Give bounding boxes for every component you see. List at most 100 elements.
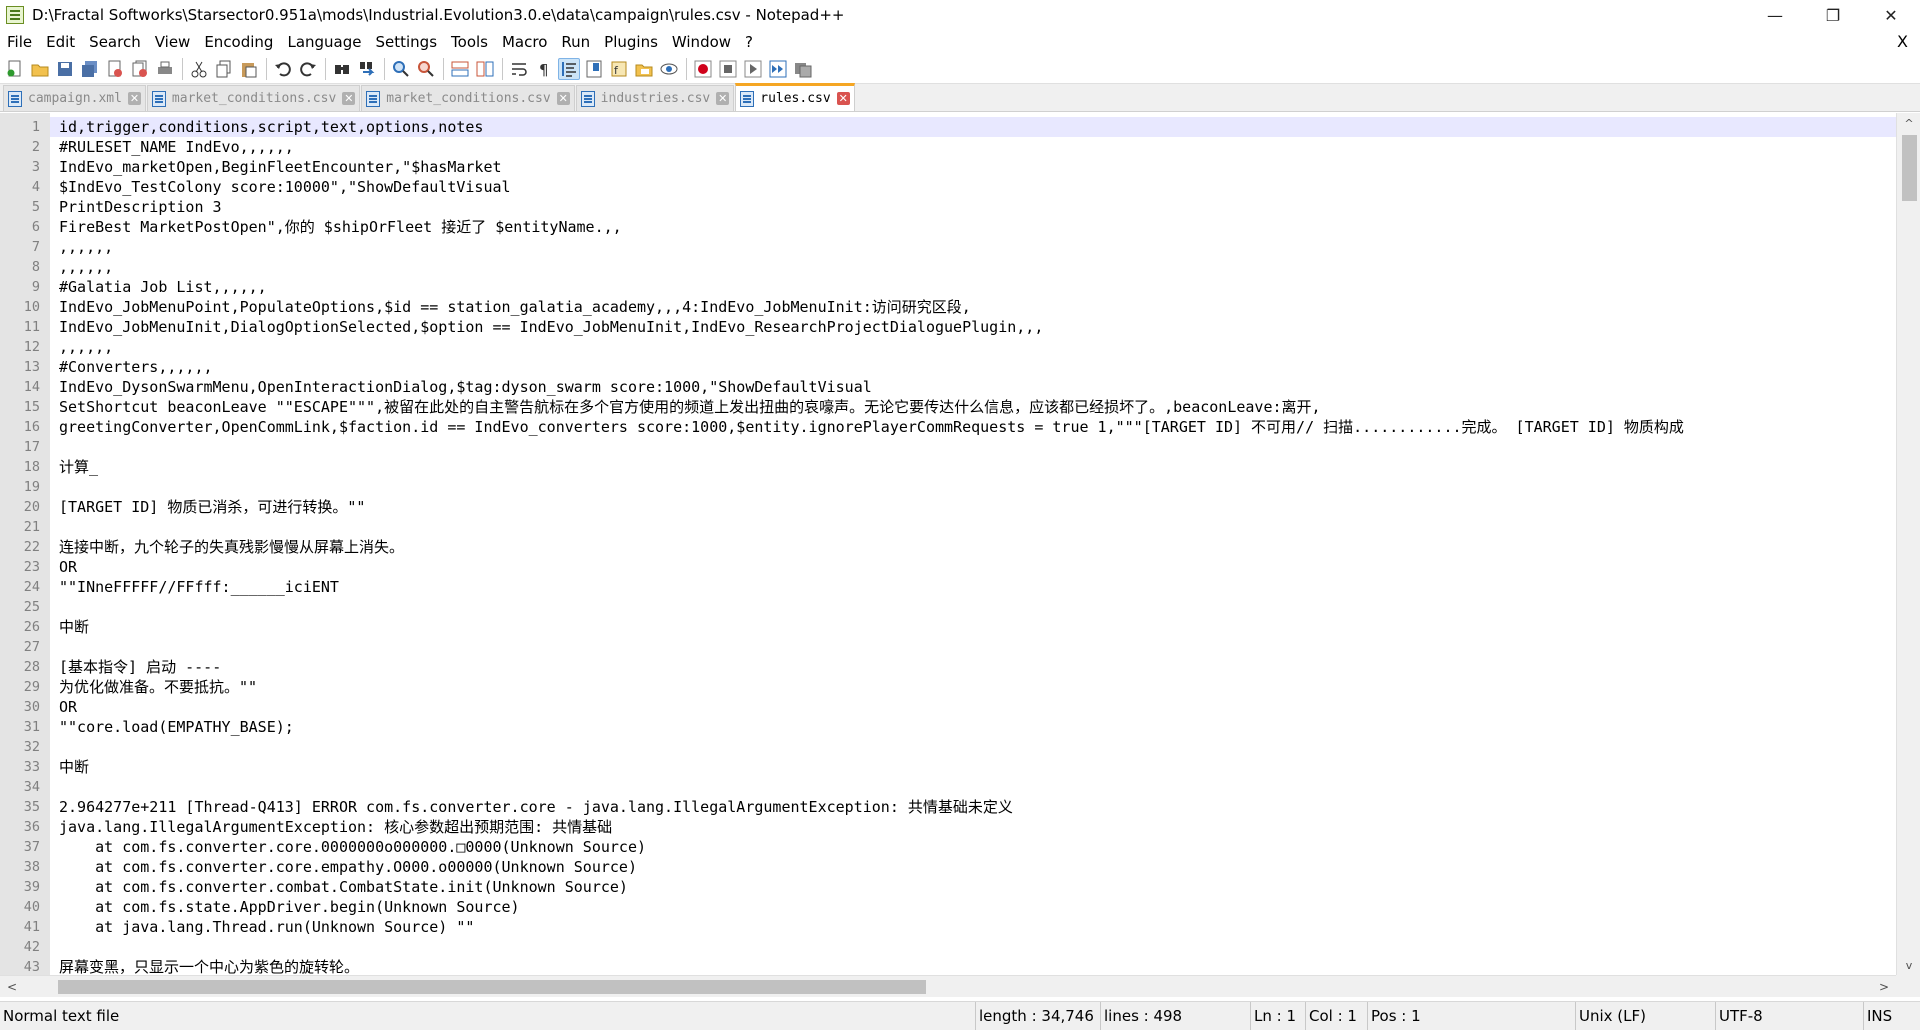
status-eol[interactable]: Unix (LF) (1575, 1002, 1715, 1030)
stop-macro-icon[interactable] (717, 58, 739, 80)
open-file-icon[interactable] (29, 58, 51, 80)
close-all-icon[interactable] (129, 58, 151, 80)
code-line[interactable]: at java.lang.Thread.run(Unknown Source) … (59, 917, 474, 937)
menu-view[interactable]: View (148, 33, 198, 51)
code-line[interactable]: greetingConverter,OpenCommLink,$faction.… (59, 417, 1684, 437)
code-line[interactable]: [TARGET ID] 物质已消杀，可进行转换。"" (59, 497, 365, 517)
code-line[interactable]: at com.fs.converter.combat.CombatState.i… (59, 877, 628, 897)
menu-macro[interactable]: Macro (495, 33, 554, 51)
menu-language[interactable]: Language (280, 33, 368, 51)
code-line[interactable]: java.lang.IllegalArgumentException: 核心参数… (59, 817, 612, 837)
close-window-button[interactable]: ✕ (1862, 0, 1920, 30)
new-file-icon[interactable] (4, 58, 26, 80)
menu-settings[interactable]: Settings (369, 33, 445, 51)
code-line[interactable]: PrintDescription 3 (59, 197, 222, 217)
tab-industries-csv[interactable]: industries.csv ✕ (575, 85, 735, 111)
tab-close-icon[interactable]: ✕ (836, 92, 850, 105)
text-editor[interactable]: 1 2 3 4 5 6 7 8 9 10 11 12 13 14 15 16 17 18 19 20 21 22 23 24 2… (0, 113, 1900, 975)
folder-as-workspace-icon[interactable] (633, 58, 655, 80)
menu-help[interactable]: ? (738, 33, 760, 51)
menu-tools[interactable]: Tools (444, 33, 495, 51)
scroll-down-icon[interactable]: v (1897, 955, 1920, 975)
print-icon[interactable] (154, 58, 176, 80)
redo-icon[interactable] (297, 58, 319, 80)
save-macro-icon[interactable] (792, 58, 814, 80)
code-line[interactable]: OR (59, 697, 77, 717)
save-all-icon[interactable] (79, 58, 101, 80)
maximize-button[interactable]: ❐ (1804, 0, 1862, 30)
code-line[interactable]: ""core.load(EMPATHY_BASE); (59, 717, 294, 737)
code-line[interactable]: $IndEvo_TestColony score:10000","ShowDef… (59, 177, 511, 197)
run-macro-multiple-icon[interactable] (767, 58, 789, 80)
cut-icon[interactable] (188, 58, 210, 80)
tab-close-icon[interactable]: ✕ (127, 92, 141, 105)
tab-rules-csv[interactable]: rules.csv ✕ (735, 83, 855, 111)
replace-icon[interactable] (356, 58, 378, 80)
undo-icon[interactable] (272, 58, 294, 80)
code-line[interactable]: IndEvo_JobMenuPoint,PopulateOptions,$id … (59, 297, 971, 317)
code-line[interactable]: SetShortcut beaconLeave ""ESCAPE""",被留在此… (59, 397, 1321, 417)
code-line[interactable]: FireBest MarketPostOpen",你的 $shipOrFleet… (59, 217, 622, 237)
word-wrap-icon[interactable] (508, 58, 530, 80)
code-line[interactable]: IndEvo_marketOpen,BeginFleetEncounter,"$… (59, 157, 502, 177)
tab-close-icon[interactable]: ✕ (716, 92, 730, 105)
code-line[interactable]: 中断 (59, 617, 89, 637)
close-document-button[interactable]: X (1897, 32, 1908, 51)
vertical-scroll-thumb[interactable] (1902, 135, 1917, 201)
code-line[interactable]: 屏幕变黑，只显示一个中心为紫色的旋转轮。 (59, 957, 359, 975)
sync-horizontal-icon[interactable] (474, 58, 496, 80)
play-macro-icon[interactable] (742, 58, 764, 80)
show-all-chars-icon[interactable]: ¶ (533, 58, 555, 80)
code-line[interactable]: ,,,,,, (59, 337, 113, 357)
code-line[interactable]: OR (59, 557, 77, 577)
scroll-left-icon[interactable]: < (2, 976, 22, 998)
scroll-right-icon[interactable]: > (1874, 976, 1894, 998)
vertical-scrollbar[interactable]: ^ v (1896, 113, 1920, 975)
menu-plugins[interactable]: Plugins (597, 33, 665, 51)
menu-search[interactable]: Search (82, 33, 148, 51)
code-line[interactable]: 中断 (59, 757, 89, 777)
tab-market-conditions-csv-2[interactable]: market_conditions.csv ✕ (361, 85, 575, 111)
zoom-in-icon[interactable] (390, 58, 412, 80)
close-icon[interactable] (104, 58, 126, 80)
code-line[interactable]: 连接中断，九个轮子的失真残影慢慢从屏幕上消失。 (59, 537, 404, 557)
horizontal-scroll-thumb[interactable] (58, 980, 926, 994)
code-line[interactable]: at com.fs.state.AppDriver.begin(Unknown … (59, 897, 519, 917)
function-list-icon[interactable]: f (608, 58, 630, 80)
status-encoding[interactable]: UTF-8 (1715, 1002, 1863, 1030)
monitoring-icon[interactable] (658, 58, 680, 80)
code-line[interactable]: id,trigger,conditions,script,text,option… (59, 117, 483, 137)
menu-edit[interactable]: Edit (39, 33, 82, 51)
indent-guide-icon[interactable] (558, 57, 580, 80)
code-line[interactable]: ,,,,,, (59, 237, 113, 257)
find-icon[interactable] (331, 58, 353, 80)
code-line[interactable]: [基本指令] 启动 ---- (59, 657, 221, 677)
code-line[interactable]: #Converters,,,,,, (59, 357, 213, 377)
code-area[interactable]: id,trigger,conditions,script,text,option… (59, 113, 1900, 975)
paste-icon[interactable] (238, 58, 260, 80)
code-line[interactable]: ,,,,,, (59, 257, 113, 277)
menu-window[interactable]: Window (665, 33, 738, 51)
code-line[interactable]: IndEvo_JobMenuInit,DialogOptionSelected,… (59, 317, 1043, 337)
code-line[interactable]: #Galatia Job List,,,,,, (59, 277, 267, 297)
code-line[interactable]: 2.964277e+211 [Thread-Q413] ERROR com.fs… (59, 797, 1013, 817)
document-map-icon[interactable] (583, 58, 605, 80)
menu-run[interactable]: Run (554, 33, 597, 51)
record-macro-icon[interactable] (692, 58, 714, 80)
tab-campaign-xml[interactable]: campaign.xml ✕ (3, 85, 146, 111)
code-line[interactable]: 计算_ (59, 457, 98, 477)
code-line[interactable]: IndEvo_DysonSwarmMenu,OpenInteractionDia… (59, 377, 872, 397)
sync-vertical-icon[interactable] (449, 58, 471, 80)
menu-file[interactable]: File (0, 33, 39, 51)
code-line[interactable]: ""INneFFFFF//FFfff:______iciENT (59, 577, 339, 597)
zoom-out-icon[interactable] (415, 58, 437, 80)
menu-encoding[interactable]: Encoding (197, 33, 280, 51)
code-line[interactable]: at com.fs.converter.core.empathy.O000.o0… (59, 857, 637, 877)
tab-market-conditions-csv[interactable]: market_conditions.csv ✕ (146, 85, 361, 111)
scroll-up-icon[interactable]: ^ (1897, 113, 1920, 133)
tab-close-icon[interactable]: ✕ (556, 92, 570, 105)
tab-close-icon[interactable]: ✕ (342, 92, 356, 105)
code-line[interactable]: #RULESET_NAME IndEvo,,,,,, (59, 137, 294, 157)
horizontal-scrollbar[interactable]: < > (0, 975, 1896, 997)
code-line[interactable]: 为优化做准备。不要抵抗。"" (59, 677, 257, 697)
